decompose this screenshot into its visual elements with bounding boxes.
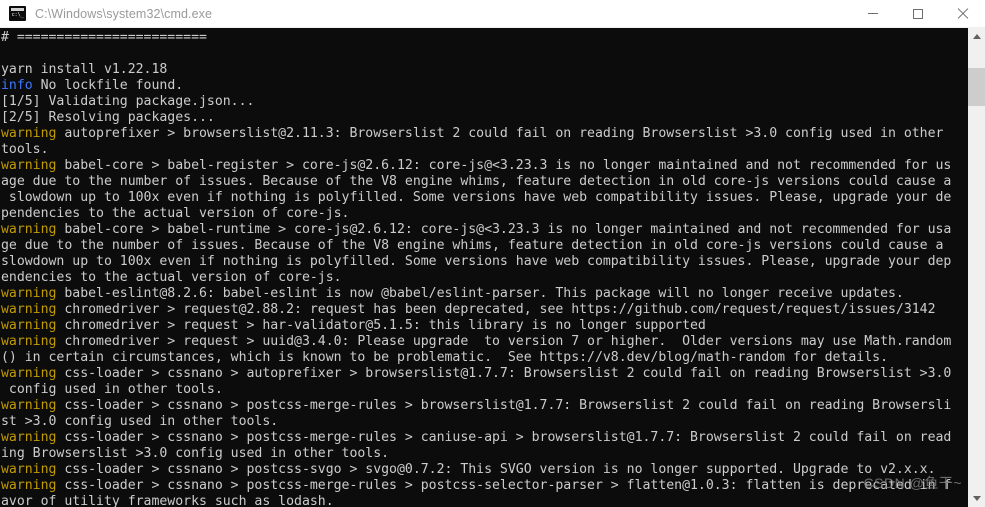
scroll-up-arrow-icon	[972, 34, 981, 39]
terminal-line: slowdown up to 100x even if nothing is p…	[1, 190, 967, 206]
info-tag: info	[1, 78, 33, 93]
terminal-text: tools.	[1, 142, 49, 157]
scroll-down-button[interactable]	[968, 490, 985, 507]
window-title: C:\Windows\system32\cmd.exe	[35, 6, 213, 21]
close-icon	[957, 8, 969, 20]
terminal-line: warning autoprefixer > browserslist@2.11…	[1, 126, 967, 142]
terminal-line: [1/5] Validating package.json...	[1, 94, 967, 110]
terminal-text: css-loader > cssnano > postcss-svgo > sv…	[56, 462, 936, 477]
terminal-text: slowdown up to 100x even if nothing is p…	[1, 190, 952, 205]
terminal-text: css-loader > cssnano > postcss-merge-rul…	[56, 430, 952, 445]
cmd-console-icon	[9, 6, 26, 21]
terminal-line: age due to the number of issues. Because…	[1, 174, 967, 190]
warning-tag: warning	[1, 462, 57, 477]
terminal-text: css-loader > cssnano > postcss-merge-rul…	[56, 398, 952, 413]
terminal-text: chromedriver > request@2.88.2: request h…	[56, 302, 936, 317]
terminal-text: avor of utility frameworks such as lodas…	[1, 494, 334, 507]
terminal-text: () in certain circumstances, which is kn…	[1, 350, 888, 365]
terminal-text: [2/5] Resolving packages...	[1, 110, 215, 125]
console-area: # ======================== yarn install v…	[0, 28, 985, 507]
terminal-text: chromedriver > request > uuid@3.4.0: Ple…	[56, 334, 952, 349]
terminal-line: warning css-loader > cssnano > postcss-m…	[1, 398, 967, 414]
terminal-line: st >3.0 config used in other tools.	[1, 414, 967, 430]
terminal-text: pendencies to the actual version of core…	[1, 206, 350, 221]
terminal-text: slowdown up to 100x even if nothing is p…	[1, 254, 952, 269]
scrollbar-thumb[interactable]	[968, 68, 985, 106]
terminal-text: ing Browserslist >3.0 config used in oth…	[1, 446, 390, 461]
terminal-text: babel-eslint@8.2.6: babel-eslint is now …	[56, 286, 904, 301]
terminal-text: css-loader > cssnano > postcss-merge-rul…	[56, 478, 952, 493]
warning-tag: warning	[1, 318, 57, 333]
warning-tag: warning	[1, 334, 57, 349]
terminal-line: info No lockfile found.	[1, 78, 967, 94]
window-controls	[850, 0, 985, 27]
terminal-line: warning chromedriver > request@2.88.2: r…	[1, 302, 967, 318]
terminal-line: config used in other tools.	[1, 382, 967, 398]
terminal-line: warning css-loader > cssnano > postcss-m…	[1, 478, 967, 494]
scroll-up-button[interactable]	[968, 28, 985, 45]
warning-tag: warning	[1, 302, 57, 317]
warning-tag: warning	[1, 286, 57, 301]
terminal-line: avor of utility frameworks such as lodas…	[1, 494, 967, 507]
warning-tag: warning	[1, 158, 57, 173]
terminal-text: st >3.0 config used in other tools.	[1, 414, 279, 429]
warning-tag: warning	[1, 398, 57, 413]
minimize-icon	[867, 13, 878, 14]
minimize-button[interactable]	[850, 0, 895, 27]
scrollbar-track[interactable]	[968, 45, 985, 490]
terminal-text: config used in other tools.	[1, 382, 223, 397]
close-button[interactable]	[940, 0, 985, 27]
terminal-line: ing Browserslist >3.0 config used in oth…	[1, 446, 967, 462]
scroll-down-arrow-icon	[972, 496, 981, 501]
maximize-button[interactable]	[895, 0, 940, 27]
terminal-line: ge due to the number of issues. Because …	[1, 238, 967, 254]
terminal-line: # ========================	[1, 30, 967, 46]
warning-tag: warning	[1, 478, 57, 493]
terminal-text: No lockfile found.	[32, 78, 184, 93]
title-bar-left: C:\Windows\system32\cmd.exe	[0, 6, 850, 21]
terminal-text: css-loader > cssnano > autoprefixer > br…	[56, 366, 952, 381]
terminal-text: age due to the number of issues. Because…	[1, 174, 952, 189]
terminal-line: yarn install v1.22.18	[1, 62, 967, 78]
terminal-line: tools.	[1, 142, 967, 158]
warning-tag: warning	[1, 366, 57, 381]
vertical-scrollbar[interactable]	[967, 28, 985, 507]
terminal-line: warning babel-core > babel-runtime > cor…	[1, 222, 967, 238]
terminal-line: warning chromedriver > request > uuid@3.…	[1, 334, 967, 350]
terminal-text: chromedriver > request > har-validator@5…	[56, 318, 706, 333]
terminal-output[interactable]: # ======================== yarn install v…	[0, 28, 967, 507]
terminal-line: warning css-loader > cssnano > postcss-m…	[1, 430, 967, 446]
title-bar[interactable]: C:\Windows\system32\cmd.exe	[0, 0, 985, 28]
terminal-text: ge due to the number of issues. Because …	[1, 238, 944, 253]
maximize-icon	[912, 8, 923, 19]
terminal-line: warning babel-core > babel-register > co…	[1, 158, 967, 174]
terminal-line: slowdown up to 100x even if nothing is p…	[1, 254, 967, 270]
terminal-text: endencies to the actual version of core-…	[1, 270, 342, 285]
terminal-text: autoprefixer > browserslist@2.11.3: Brow…	[56, 126, 944, 141]
terminal-text: # ========================	[1, 30, 207, 45]
terminal-line: [2/5] Resolving packages...	[1, 110, 967, 126]
terminal-line: warning babel-eslint@8.2.6: babel-eslint…	[1, 286, 967, 302]
terminal-line: warning css-loader > cssnano > autoprefi…	[1, 366, 967, 382]
warning-tag: warning	[1, 126, 57, 141]
warning-tag: warning	[1, 222, 57, 237]
terminal-text: [1/5] Validating package.json...	[1, 94, 255, 109]
cmd-window: C:\Windows\system32\cmd.exe # ==========…	[0, 0, 985, 507]
terminal-line: endencies to the actual version of core-…	[1, 270, 967, 286]
terminal-text: babel-core > babel-register > core-js@2.…	[56, 158, 952, 173]
terminal-text: babel-core > babel-runtime > core-js@2.6…	[56, 222, 952, 237]
terminal-line: () in certain circumstances, which is kn…	[1, 350, 967, 366]
terminal-text: yarn install v1.22.18	[1, 62, 168, 77]
terminal-line: pendencies to the actual version of core…	[1, 206, 967, 222]
terminal-line: warning css-loader > cssnano > postcss-s…	[1, 462, 967, 478]
warning-tag: warning	[1, 430, 57, 445]
terminal-line: warning chromedriver > request > har-val…	[1, 318, 967, 334]
